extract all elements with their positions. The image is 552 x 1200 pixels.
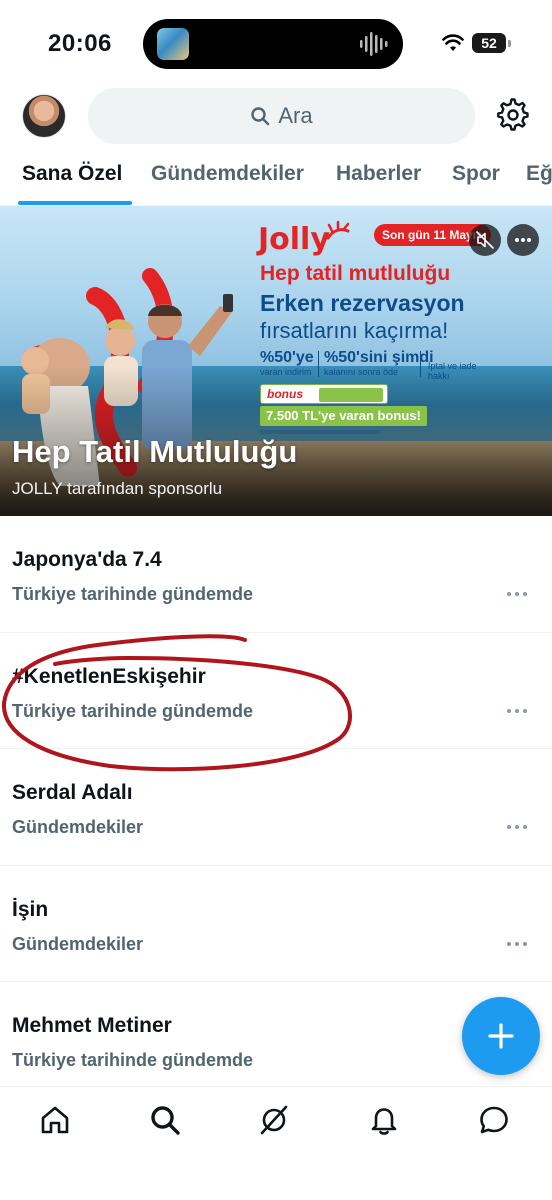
explore-header: Ara xyxy=(0,86,552,146)
status-bar: 20:06 52 xyxy=(0,0,552,86)
ad-brand-logo: Jolly xyxy=(258,222,330,257)
more-horizontal-icon[interactable] xyxy=(500,703,534,719)
ad-more-button[interactable] xyxy=(507,224,539,256)
trend-title: İşin xyxy=(12,897,49,921)
trend-context: Türkiye tarihinde gündemde xyxy=(12,1050,254,1070)
active-tab-indicator xyxy=(18,201,132,205)
ad-subheadline: Erken rezervasyon xyxy=(260,290,465,316)
mute-button[interactable] xyxy=(469,224,501,256)
more-horizontal-icon[interactable] xyxy=(500,936,534,952)
trend-title: #KenetlenEskişehir xyxy=(12,664,206,688)
trend-title: Serdal Adalı xyxy=(12,781,133,804)
message-icon[interactable] xyxy=(477,1103,511,1137)
more-horizontal-icon xyxy=(515,238,531,242)
search-icon xyxy=(251,107,270,126)
battery-indicator: 52 xyxy=(472,33,506,53)
battery-cap xyxy=(508,40,511,47)
search-icon[interactable] xyxy=(148,1103,182,1137)
bonus-tag xyxy=(319,388,383,402)
search-placeholder: Ara xyxy=(278,103,313,128)
sun-icon xyxy=(326,220,350,240)
dynamic-island[interactable] xyxy=(143,19,403,69)
now-playing-thumbnail xyxy=(157,28,189,60)
offer-pay-later-label: kalanını sonra öde xyxy=(324,367,399,377)
tab-gundemdekiler[interactable]: Gündemdekiler xyxy=(151,162,304,186)
home-icon[interactable] xyxy=(38,1103,72,1137)
ad-title: Hep Tatil Mutluluğu xyxy=(12,434,298,469)
trend-context: Gündemdekiler xyxy=(12,933,144,954)
tab-sana-ozel[interactable]: Sana Özel xyxy=(22,162,122,186)
offer-discount-value: %50'ye xyxy=(260,349,314,366)
trend-context: Gündemdekiler xyxy=(12,817,144,837)
trend-context: Türkiye tarihinde gündemde xyxy=(12,584,254,604)
tab-spor[interactable]: Spor xyxy=(452,162,500,186)
compose-button[interactable] xyxy=(462,997,540,1075)
promoted-ad[interactable]: Jolly Son gün 11 Mayıs Hep tatil mutlulu… xyxy=(0,206,552,516)
trend-item[interactable]: İşin Gündemdekiler xyxy=(0,866,552,982)
search-input[interactable]: Ara xyxy=(88,88,475,144)
offer-pay-later: %50'sini şimdi kalanını sonra öde xyxy=(324,349,434,377)
ad-tagline: fırsatlarını kaçırma! xyxy=(260,318,449,343)
ad-offers: %50'ye varan indirim %50'sini şimdi kala… xyxy=(260,349,490,381)
status-time: 20:06 xyxy=(48,30,112,57)
offer-divider xyxy=(318,351,319,377)
bottom-nav xyxy=(0,1086,552,1200)
offer-divider xyxy=(420,351,421,377)
tab-egitim[interactable]: Eğ xyxy=(526,162,552,186)
offer-pay-later-value: %50'sini şimdi xyxy=(324,349,434,366)
audio-waveform-icon xyxy=(360,32,388,56)
bell-icon[interactable] xyxy=(367,1103,401,1137)
trend-context: Türkiye tarihinde gündemde xyxy=(12,700,254,721)
grok-icon[interactable] xyxy=(257,1103,291,1137)
more-horizontal-icon[interactable] xyxy=(500,819,534,835)
bonus-banner: 7.500 TL'ye varan bonus! xyxy=(260,406,427,426)
trend-item[interactable]: Japonya'da 7.4 Türkiye tarihinde gündemd… xyxy=(0,516,552,633)
bonus-logo: bonus xyxy=(267,387,303,401)
trend-title: Mehmet Metiner xyxy=(12,1014,172,1037)
offer-refund-label: İptal ve iade hakkı xyxy=(428,361,477,381)
bonus-card: bonus xyxy=(260,384,388,404)
tab-haberler[interactable]: Haberler xyxy=(336,162,421,186)
explore-tabs: Sana Özel Gündemdekiler Haberler Spor Eğ xyxy=(0,150,552,206)
avatar[interactable] xyxy=(22,94,66,138)
offer-discount-label: varan indirim xyxy=(260,367,312,377)
plus-icon xyxy=(488,1023,514,1049)
explore-page: 20:06 52 Ara Sana Özel Gündemdekiler Hab… xyxy=(0,0,552,1200)
ad-sponsor-label: JOLLY tarafından sponsorlu xyxy=(12,479,223,498)
ad-headline: Hep tatil mutluluğu xyxy=(260,262,451,285)
trend-item[interactable]: #KenetlenEskişehir Türkiye tarihinde gün… xyxy=(0,633,552,749)
wifi-icon xyxy=(442,34,464,51)
gear-icon[interactable] xyxy=(496,98,530,132)
speaker-muted-icon xyxy=(476,231,494,249)
status-indicators: 52 xyxy=(442,31,532,55)
trend-item[interactable]: Serdal Adalı Gündemdekiler xyxy=(0,749,552,866)
offer-refund: İptal ve iade hakkı xyxy=(428,361,490,381)
more-horizontal-icon[interactable] xyxy=(500,586,534,602)
trend-title: Japonya'da 7.4 xyxy=(12,548,162,571)
offer-discount: %50'ye varan indirim xyxy=(260,349,314,377)
